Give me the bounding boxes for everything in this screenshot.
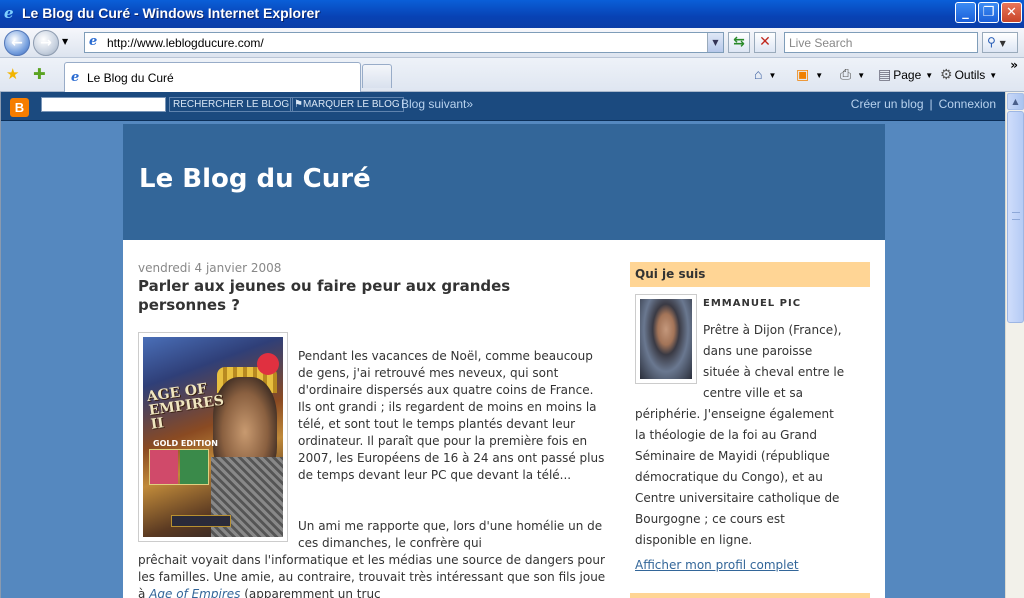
create-blog-link[interactable]: Créer un blog — [851, 97, 924, 111]
bio-line: située à cheval entre le — [703, 365, 845, 379]
page-viewport: B RECHERCHER LE BLOG ⚑MARQUER LE BLOG Bl… — [0, 92, 1005, 598]
navbar-separator: | — [929, 97, 933, 111]
flag-blog-button[interactable]: ⚑MARQUER LE BLOG — [290, 97, 404, 112]
close-button[interactable]: ✕ — [1001, 2, 1022, 23]
tools-menu-button[interactable]: ⚙ Outils ▼ — [940, 65, 997, 83]
login-link[interactable]: Connexion — [939, 97, 996, 111]
window-title-bar: e Le Blog du Curé - Windows Internet Exp… — [0, 0, 1024, 28]
author-bio: Prêtre à Dijon (France), dans une parois… — [635, 320, 875, 551]
expansion-thumbnails — [149, 449, 209, 485]
home-button[interactable]: ⌂ ▼ — [754, 65, 776, 83]
home-icon: ⌂ — [754, 66, 763, 82]
tab-le-blog-du-cure[interactable]: e Le Blog du Curé — [64, 62, 361, 93]
flag-blog-label: MARQUER LE BLOG — [302, 99, 400, 110]
sidebar-next-heading — [630, 593, 870, 598]
blog-content: vendredi 4 janvier 2008 Parler aux jeune… — [123, 240, 885, 598]
bio-line: Prêtre à Dijon (France), — [703, 323, 842, 337]
stop-icon: ✕ — [759, 34, 771, 50]
post-title[interactable]: Parler aux jeunes ou faire peur aux gran… — [138, 277, 588, 315]
red-badge-graphic — [257, 353, 279, 375]
address-bar[interactable]: e http://www.leblogducure.com/ ▼ — [84, 32, 724, 53]
blog-search-input[interactable] — [41, 97, 166, 112]
bio-line: périphérie. J'enseigne également — [635, 407, 834, 421]
feeds-button[interactable]: ▣ ▼ — [796, 65, 823, 83]
chevron-down-icon: ▼ — [857, 70, 866, 80]
forward-arrow-icon: → — [40, 35, 52, 51]
print-icon: ⎙ — [840, 66, 852, 82]
history-dropdown-icon[interactable]: ▼ — [62, 37, 68, 46]
blog-header: Le Blog du Curé — [123, 124, 885, 240]
back-button[interactable]: ← — [4, 30, 30, 56]
post-paragraph-2-rest: prêchait voyait dans l'informatique et l… — [138, 552, 608, 598]
scrollbar-grip — [1012, 212, 1020, 220]
navbar-right: Créer un blog | Connexion — [851, 97, 996, 111]
game-box-art: AGE OF EMPIRES II GOLD EDITION — [143, 337, 283, 537]
blogger-logo[interactable]: B — [10, 98, 29, 117]
post-date: vendredi 4 janvier 2008 — [138, 261, 282, 275]
stop-button[interactable]: ✕ — [754, 32, 776, 53]
new-tab-button[interactable] — [362, 64, 392, 88]
address-dropdown-icon[interactable]: ▼ — [707, 33, 723, 52]
star-icon[interactable]: ★ — [6, 66, 19, 82]
bio-line: dans une paroisse — [703, 344, 813, 358]
forward-button[interactable]: → — [33, 30, 59, 56]
game-box-image[interactable]: AGE OF EMPIRES II GOLD EDITION — [138, 332, 288, 542]
bio-line: la théologie de la foi au Grand — [635, 428, 817, 442]
toolbar-overflow-icon[interactable]: » — [1010, 58, 1018, 72]
post-paragraph-2-start: Un ami me rapporte que, lors d'une homél… — [298, 519, 603, 550]
game-name-link[interactable]: Age of Empires — [149, 587, 240, 598]
game-logo: AGE OF EMPIRES II — [145, 380, 225, 433]
view-profile-link[interactable]: Afficher mon profil complet — [635, 558, 799, 572]
restore-button[interactable]: ❐ — [978, 2, 999, 23]
rss-icon: ▣ — [796, 66, 810, 82]
bio-line: centre ville et sa — [703, 386, 803, 400]
page-menu-button[interactable]: ▤ Page ▼ — [878, 65, 933, 83]
search-button[interactable]: ⚲ ▼ — [982, 32, 1018, 53]
tab-bar: ★ ✚ e Le Blog du Curé ⌂ ▼ ▣ ▼ ⎙ ▼ ▤ Page ▼ ⚙ O… — [0, 58, 1024, 93]
bio-line: Centre universitaire catholique de — [635, 491, 840, 505]
chevron-down-icon: ▼ — [925, 70, 934, 80]
refresh-icon: ⇆ — [733, 34, 745, 50]
tools-menu-label: Outils — [954, 68, 986, 82]
blog-title[interactable]: Le Blog du Curé — [139, 164, 371, 194]
internet-explorer-icon: e — [4, 4, 14, 22]
scroll-up-icon[interactable]: ▲ — [1007, 93, 1024, 110]
address-toolbar: ← → ▼ e http://www.leblogducure.com/ ▼ ⇆… — [0, 28, 1024, 58]
print-button[interactable]: ⎙ ▼ — [840, 65, 865, 83]
bio-line: disponible en ligne. — [635, 533, 753, 547]
author-name[interactable]: EMMANUEL PIC — [703, 298, 801, 309]
page-icon: ▤ — [878, 66, 892, 82]
address-url[interactable]: http://www.leblogducure.com/ — [107, 36, 264, 50]
post-paragraph-2-tail: (apparemment un truc — [244, 587, 381, 598]
chevron-down-icon: ▼ — [815, 70, 824, 80]
add-favorite-icon[interactable]: ✚ — [33, 66, 46, 82]
bio-line: Séminaire de Mayidi (république — [635, 449, 830, 463]
window-title: Le Blog du Curé - Windows Internet Explo… — [22, 5, 320, 21]
chevron-down-icon: ▼ — [989, 70, 998, 80]
bio-line: Bourgogne ; ce cours est — [635, 512, 785, 526]
blogger-navbar: B RECHERCHER LE BLOG ⚑MARQUER LE BLOG Bl… — [1, 92, 1005, 121]
page-menu-label: Page — [893, 68, 922, 82]
edition-label: GOLD EDITION — [153, 439, 218, 448]
box-footer-banner — [171, 515, 231, 527]
scrollbar-thumb[interactable] — [1007, 111, 1024, 323]
search-blog-button[interactable]: RECHERCHER LE BLOG — [169, 97, 294, 112]
page-icon: e — [89, 34, 98, 49]
internet-explorer-icon: e — [71, 70, 80, 85]
search-dropdown-icon[interactable]: ▼ — [1000, 39, 1006, 48]
minimize-button[interactable]: _ — [955, 2, 976, 23]
post-paragraph-1: Pendant les vacances de Noël, comme beau… — [298, 349, 605, 482]
about-heading: Qui je suis — [630, 262, 870, 287]
refresh-button[interactable]: ⇆ — [728, 32, 750, 53]
bio-line: démocratique du Congo), et au — [635, 470, 823, 484]
search-icon: ⚲ — [987, 35, 996, 49]
tab-label: Le Blog du Curé — [87, 71, 174, 85]
back-arrow-icon: ← — [11, 35, 23, 51]
chevron-down-icon: ▼ — [768, 70, 777, 80]
search-input[interactable]: Live Search — [784, 32, 978, 53]
vertical-scrollbar[interactable]: ▲ — [1005, 92, 1024, 598]
flag-icon: ⚑ — [294, 99, 303, 110]
gear-icon: ⚙ — [940, 66, 953, 82]
next-blog-link[interactable]: Blog suivant» — [401, 97, 473, 111]
